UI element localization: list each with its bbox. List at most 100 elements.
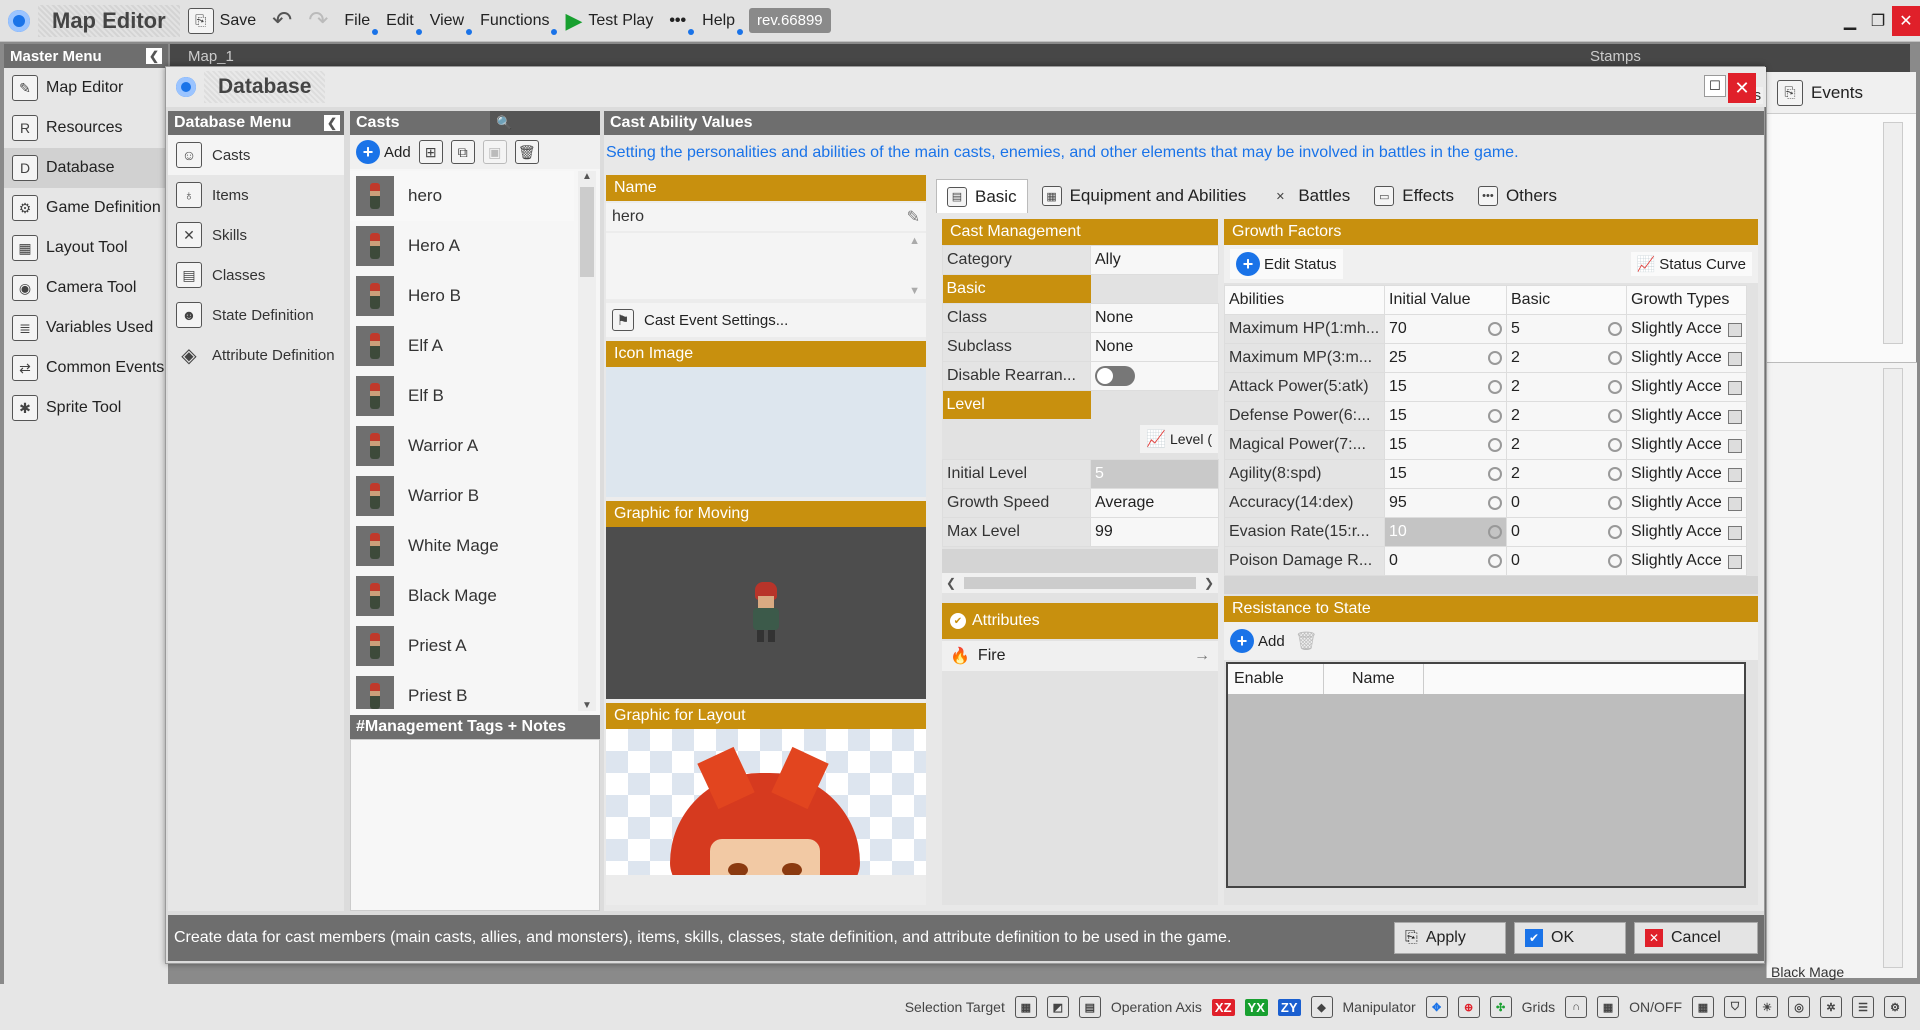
- db-menu-items[interactable]: ♁ Items: [168, 175, 344, 215]
- name-field[interactable]: hero ✎: [606, 203, 926, 231]
- growth-cell[interactable]: Defense Power(6:...: [1224, 401, 1385, 431]
- growth-cell[interactable]: Slightly Acce: [1626, 401, 1747, 431]
- axis-xz-button[interactable]: XZ: [1211, 998, 1235, 1016]
- cast-list-item[interactable]: Warrior A: [350, 421, 574, 471]
- growth-cell[interactable]: 2: [1506, 459, 1627, 489]
- dropdown-icon[interactable]: [1728, 439, 1742, 453]
- growth-cell[interactable]: Maximum MP(3:m...: [1224, 343, 1385, 373]
- master-item-sprite-tool[interactable]: ✱ Sprite Tool: [4, 388, 168, 428]
- status-curve-button[interactable]: 📈 Status Curve: [1630, 252, 1752, 276]
- col-enable[interactable]: Enable: [1228, 664, 1324, 694]
- growth-cell[interactable]: 15: [1384, 459, 1507, 489]
- dropdown-icon[interactable]: [1728, 497, 1742, 511]
- save-button[interactable]: ⎘ Save: [180, 5, 264, 37]
- toggle-event-icon[interactable]: ✲: [1820, 996, 1842, 1018]
- select-tile-icon[interactable]: ▦: [1014, 996, 1037, 1018]
- restore-icon[interactable]: ❐: [1864, 5, 1892, 36]
- cast-list-item[interactable]: Priest A: [350, 621, 574, 671]
- growth-cell[interactable]: 0: [1506, 517, 1627, 547]
- col-initial-value[interactable]: Initial Value: [1384, 285, 1507, 315]
- growth-cell[interactable]: Slightly Acce: [1626, 372, 1747, 402]
- master-item-camera-tool[interactable]: ◉ Camera Tool: [4, 268, 168, 308]
- tab-others[interactable]: ••• Others: [1468, 179, 1567, 213]
- master-item-layout-tool[interactable]: ▦ Layout Tool: [4, 228, 168, 268]
- edit-status-button[interactable]: + Edit Status: [1230, 249, 1343, 279]
- search-icon[interactable]: 🔍: [490, 111, 600, 135]
- collapse-icon[interactable]: ❮: [146, 48, 162, 64]
- delete-icon[interactable]: 🗑: [514, 140, 539, 164]
- dropdown-icon[interactable]: [1728, 410, 1742, 424]
- stepper-icon[interactable]: [1608, 467, 1622, 481]
- attributes-header[interactable]: ✔ Attributes: [942, 603, 1218, 639]
- master-item-map-editor[interactable]: ✎ Map Editor: [4, 68, 168, 108]
- growth-cell[interactable]: 2: [1506, 401, 1627, 431]
- stepper-icon[interactable]: [1488, 351, 1502, 365]
- growth-cell[interactable]: 2: [1506, 430, 1627, 460]
- growth-row[interactable]: Magical Power(7:... 15 2 Slightly Acce: [1224, 430, 1747, 460]
- growth-cell[interactable]: 10: [1384, 517, 1507, 547]
- axis-yx-button[interactable]: YX: [1244, 998, 1268, 1016]
- menu-view[interactable]: View: [422, 5, 473, 37]
- stepper-icon[interactable]: [1488, 525, 1502, 539]
- dropdown-icon[interactable]: [1728, 352, 1742, 366]
- add-cast-button[interactable]: + Add: [356, 140, 411, 164]
- paste-icon[interactable]: ▣: [482, 140, 507, 164]
- cast-event-settings-button[interactable]: ⚑ Cast Event Settings...: [606, 303, 926, 337]
- growth-cell[interactable]: 2: [1506, 343, 1627, 373]
- menu-edit[interactable]: Edit: [378, 5, 422, 37]
- stepper-icon[interactable]: [1608, 380, 1622, 394]
- select-object-icon[interactable]: ◩: [1046, 996, 1069, 1018]
- minimize-icon[interactable]: ▁: [1836, 5, 1864, 36]
- level-curve-button[interactable]: 📈 Level (: [1140, 425, 1218, 453]
- stepper-icon[interactable]: [1608, 351, 1622, 365]
- close-icon[interactable]: ✕: [1892, 5, 1920, 36]
- master-item-common-events[interactable]: ⇄ Common Events: [4, 348, 168, 388]
- toggle-tiles-icon[interactable]: ▦: [1692, 996, 1714, 1018]
- master-item-game-definition[interactable]: ⚙ Game Definition: [4, 188, 168, 228]
- growth-row[interactable]: Maximum HP(1:mh... 70 5 Slightly Acce: [1224, 314, 1747, 344]
- max-level-row[interactable]: Max Level 99: [942, 517, 1219, 547]
- select-layer-icon[interactable]: ▤: [1078, 996, 1101, 1018]
- toggle-light-icon[interactable]: ☀: [1756, 996, 1778, 1018]
- growth-cell[interactable]: 2: [1506, 372, 1627, 402]
- growth-speed-value[interactable]: Average: [1090, 488, 1219, 518]
- growth-cell[interactable]: 15: [1384, 401, 1507, 431]
- arrow-right-icon[interactable]: →: [1194, 647, 1210, 665]
- attribute-fire-row[interactable]: 🔥 Fire →: [942, 641, 1218, 671]
- cast-list-item[interactable]: Priest B: [350, 671, 574, 709]
- undo-button[interactable]: ↶: [264, 5, 300, 37]
- move-icon[interactable]: ✥: [1425, 996, 1448, 1018]
- icon-image-area[interactable]: [606, 367, 926, 497]
- rotate-icon[interactable]: ⊕: [1457, 996, 1480, 1018]
- stepper-icon[interactable]: [1608, 496, 1622, 510]
- growth-cell[interactable]: 25: [1384, 343, 1507, 373]
- redo-button[interactable]: ↷: [300, 5, 336, 37]
- col-basic[interactable]: Basic: [1506, 285, 1627, 315]
- test-play-button[interactable]: ▶ Test Play: [557, 5, 661, 37]
- growth-cell[interactable]: Magical Power(7:...: [1224, 430, 1385, 460]
- stepper-icon[interactable]: [1488, 438, 1502, 452]
- growth-cell[interactable]: Slightly Acce: [1626, 430, 1747, 460]
- collapse-icon[interactable]: ❮: [324, 115, 340, 131]
- max-level-value[interactable]: 99: [1090, 517, 1219, 547]
- master-item-resources[interactable]: R Resources: [4, 108, 168, 148]
- growth-cell[interactable]: 0: [1384, 546, 1507, 576]
- growth-cell[interactable]: Slightly Acce: [1626, 517, 1747, 547]
- dropdown-icon[interactable]: [1728, 381, 1742, 395]
- class-row[interactable]: Class None: [942, 303, 1219, 333]
- master-item-database[interactable]: D Database: [4, 148, 168, 188]
- growth-row[interactable]: Defense Power(6:... 15 2 Slightly Acce: [1224, 401, 1747, 431]
- dropdown-icon[interactable]: [1728, 323, 1742, 337]
- toggle-layers-icon[interactable]: ☰: [1852, 996, 1874, 1018]
- cancel-button[interactable]: ✕ Cancel: [1634, 922, 1758, 954]
- stepper-icon[interactable]: [1608, 322, 1622, 336]
- menu-help[interactable]: Help: [694, 5, 743, 37]
- subclass-value[interactable]: None: [1090, 332, 1219, 362]
- db-menu-state-definition[interactable]: ☻ State Definition: [168, 295, 344, 335]
- growth-cell[interactable]: 15: [1384, 430, 1507, 460]
- growth-cell[interactable]: Slightly Acce: [1626, 343, 1747, 373]
- toggle-sound-icon[interactable]: ◎: [1788, 996, 1810, 1018]
- settings-icon[interactable]: ⚙: [1884, 996, 1906, 1018]
- growth-speed-row[interactable]: Growth Speed Average: [942, 488, 1219, 518]
- growth-cell[interactable]: 5: [1506, 314, 1627, 344]
